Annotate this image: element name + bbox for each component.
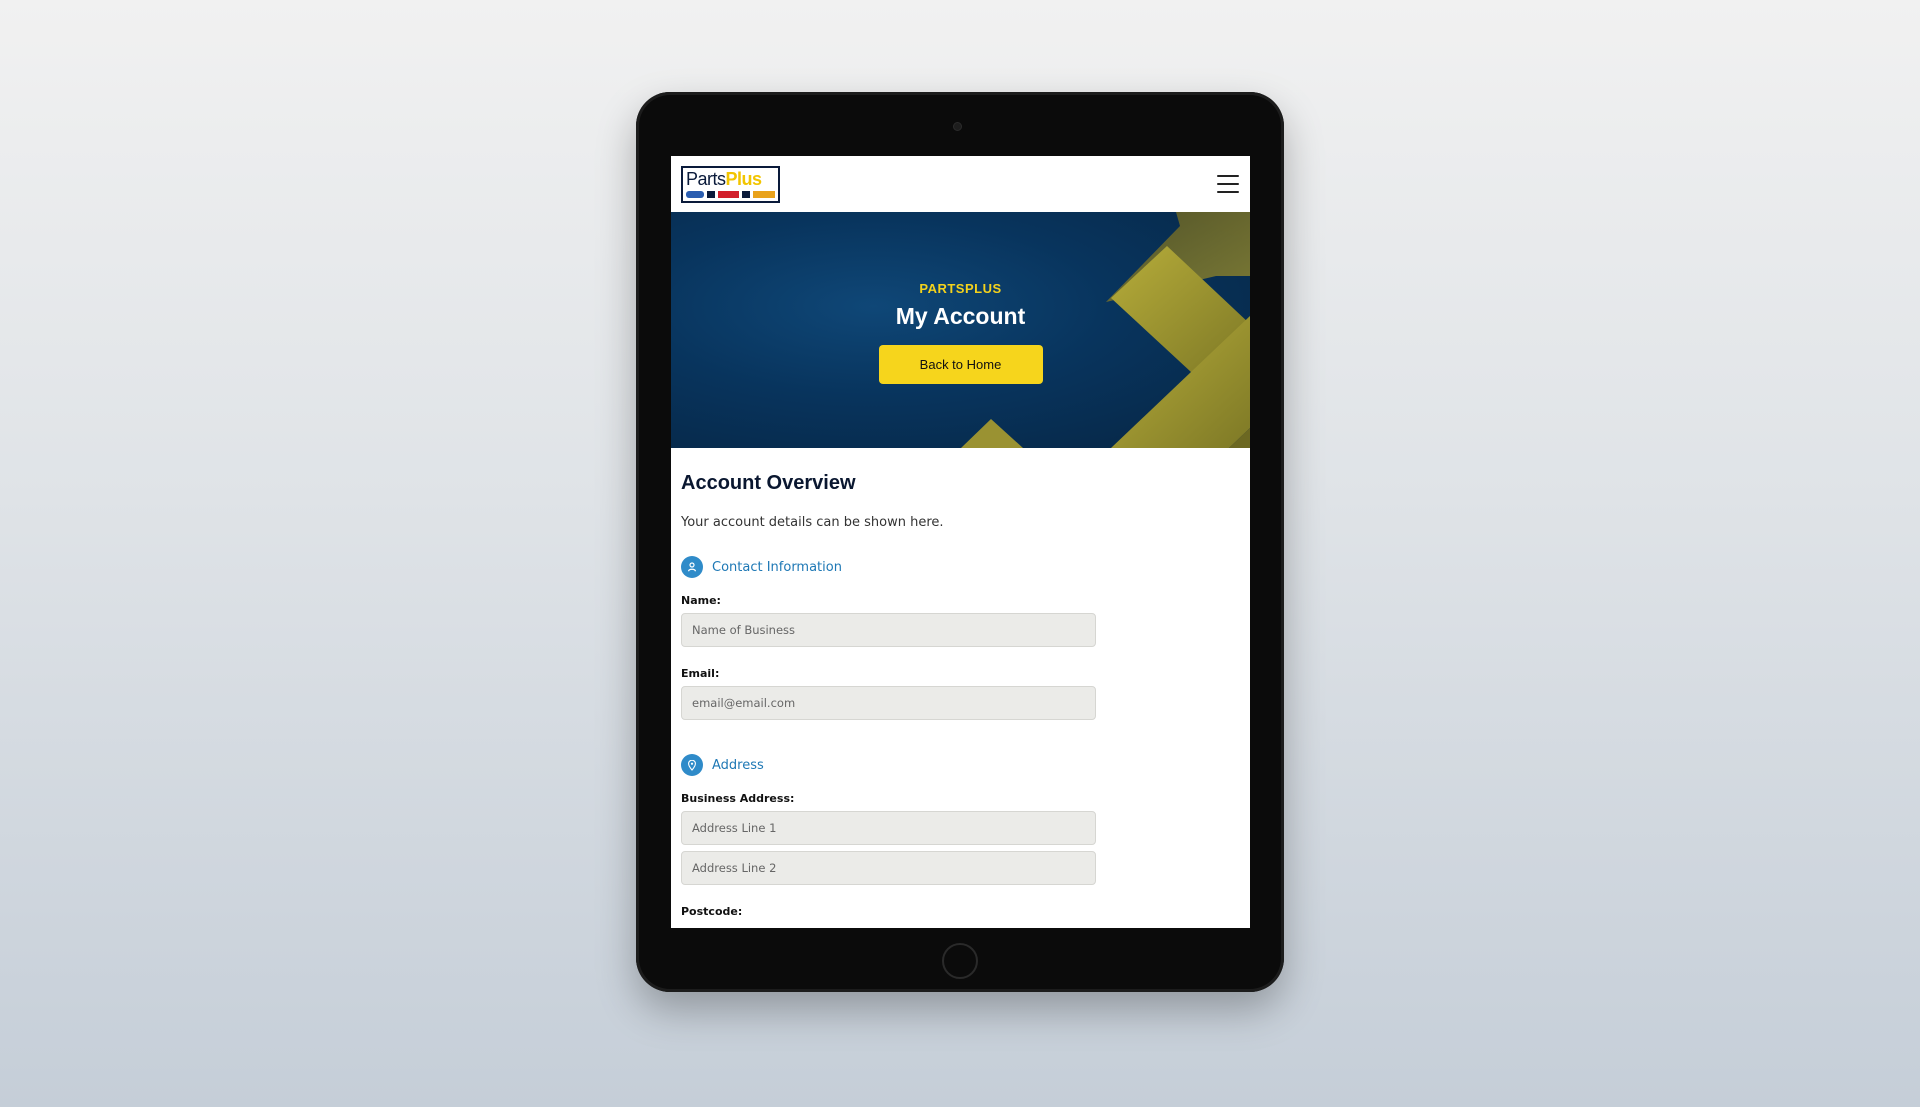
navbar: PartsPlus: [671, 156, 1250, 212]
name-field[interactable]: [681, 613, 1096, 647]
name-label: Name:: [681, 594, 721, 607]
section-description: Your account details can be shown here.: [681, 515, 944, 530]
location-pin-icon: [681, 754, 703, 776]
logo-brand-strip: [686, 190, 775, 198]
address-line-2-field[interactable]: [681, 851, 1096, 885]
page-title: My Account: [895, 303, 1026, 329]
address-line-1-field[interactable]: [681, 811, 1096, 845]
user-icon: [681, 556, 703, 578]
tablet-frame: PartsPlus PARTSPLUS My Account Back to H…: [636, 92, 1284, 992]
partsplus-logo[interactable]: PartsPlus: [681, 165, 780, 203]
business-address-label: Business Address:: [681, 792, 795, 805]
postcode-label: Postcode:: [681, 905, 743, 918]
hero-eyebrow: PARTSPLUS: [919, 281, 1002, 296]
home-button-icon: [942, 943, 978, 979]
back-to-home-button[interactable]: Back to Home: [878, 345, 1043, 384]
email-field[interactable]: [681, 686, 1096, 720]
address-heading: Address: [681, 754, 1240, 776]
contact-information-heading: Contact Information: [681, 556, 1240, 578]
email-label: Email:: [681, 667, 720, 680]
camera-icon: [953, 122, 962, 131]
section-title: Account Overview: [681, 472, 856, 494]
hamburger-menu-icon[interactable]: [1217, 175, 1239, 193]
account-overview-section: Account Overview Your account details ca…: [671, 448, 1250, 918]
hero-banner: PARTSPLUS My Account Back to Home: [671, 212, 1250, 448]
tablet-screen: PartsPlus PARTSPLUS My Account Back to H…: [671, 156, 1250, 928]
